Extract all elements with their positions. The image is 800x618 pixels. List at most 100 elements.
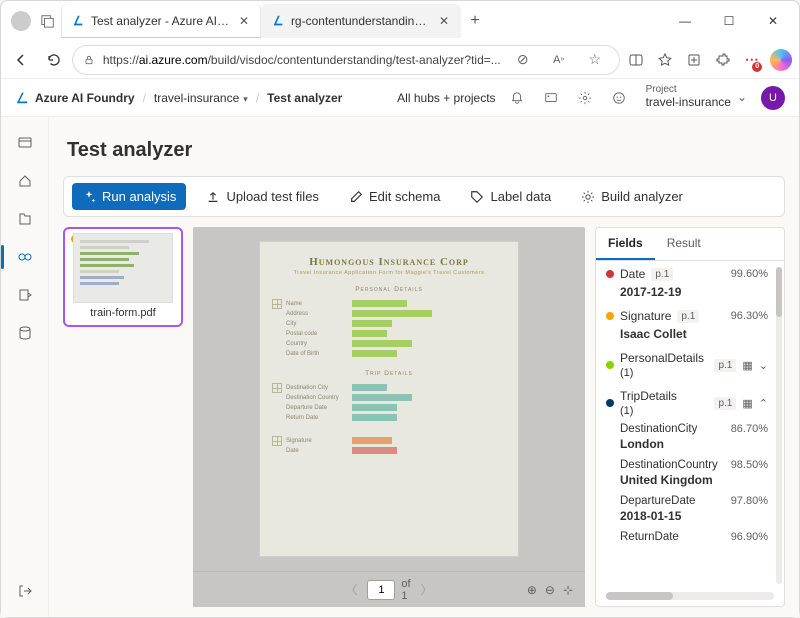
doc-title: Humongous Insurance Corp [272, 256, 506, 268]
copilot-icon[interactable] [768, 46, 793, 74]
scrollbar-vertical[interactable] [776, 267, 782, 584]
tab-label: Test analyzer - Azure AI Foundry [91, 14, 231, 28]
field-row: Signature p.1 96.30% Isaac Collet [606, 309, 780, 341]
color-dot-icon [606, 361, 614, 369]
label-data-button[interactable]: Label data [460, 183, 561, 210]
tab-actions-icon[interactable] [35, 8, 61, 34]
settings-more-icon[interactable]: ⋯ [739, 46, 764, 74]
settings-gear-icon[interactable] [572, 85, 598, 111]
brand-link[interactable]: Azure AI Foundry [15, 91, 135, 105]
color-dot-icon [606, 270, 614, 278]
window-minimize-button[interactable]: ― [663, 5, 707, 37]
all-hubs-link[interactable]: All hubs + projects [397, 91, 495, 105]
document-page[interactable]: Humongous Insurance Corp Travel Insuranc… [259, 241, 519, 557]
table-icon [272, 383, 282, 393]
address-bar: https://ai.azure.com/build/visdoc/conten… [1, 41, 799, 79]
browser-window: Test analyzer - Azure AI Foundry ✕ rg-co… [0, 0, 800, 618]
chevron-down-icon: ▾ [243, 94, 248, 104]
project-picker[interactable]: Project travel-insurance ⌄ [640, 85, 753, 109]
rail-home-icon[interactable] [9, 165, 41, 197]
app-header: Azure AI Foundry / travel-insurance▾ / T… [1, 79, 799, 117]
pencil-icon [349, 190, 363, 204]
tab-fields[interactable]: Fields [596, 228, 655, 260]
tab-label: rg-contentunderstandinghub - M [291, 14, 431, 28]
browser-tab[interactable]: rg-contentunderstandinghub - M ✕ [261, 4, 461, 38]
split-screen-icon[interactable] [624, 46, 649, 74]
field-value: 2017-12-19 [620, 285, 768, 299]
fields-list[interactable]: Date p.1 99.60% 2017-12-19 Signature p.1 [596, 261, 784, 590]
extensions-icon[interactable] [710, 46, 735, 74]
upload-icon [206, 190, 220, 204]
notifications-icon[interactable] [504, 85, 530, 111]
thumbnail-filename: train-form.pdf [90, 307, 155, 321]
page-number-input[interactable] [367, 580, 395, 600]
toolbar: Run analysis Upload test files Edit sche… [63, 176, 785, 217]
page-content: Test analyzer Run analysis Upload test f… [49, 117, 799, 617]
results-panel: Fields Result Date p.1 99.60% [595, 227, 785, 607]
close-tab-icon[interactable]: ✕ [437, 12, 451, 30]
user-avatar[interactable]: U [761, 86, 785, 110]
window-close-button[interactable]: ✕ [751, 5, 795, 37]
azure-favicon-icon [271, 14, 285, 28]
build-analyzer-button[interactable]: Build analyzer [571, 183, 693, 210]
collections-icon[interactable] [682, 46, 707, 74]
thumbnail-list: train-form.pdf [63, 227, 183, 607]
rail-overview-icon[interactable] [9, 127, 41, 159]
chevron-up-icon[interactable]: ⌃ [759, 397, 768, 410]
feedback-icon[interactable] [606, 85, 632, 111]
close-tab-icon[interactable]: ✕ [237, 12, 251, 30]
profile-avatar-icon[interactable] [11, 11, 31, 31]
table-view-icon[interactable]: ▦ [742, 359, 752, 372]
thumbnail-card[interactable]: train-form.pdf [63, 227, 183, 327]
color-dot-icon [606, 312, 614, 320]
search-in-page-icon[interactable]: ⊘ [509, 46, 537, 74]
run-analysis-button[interactable]: Run analysis [72, 183, 186, 210]
chevron-down-icon[interactable]: ⌄ [759, 359, 768, 372]
scrollbar-horizontal[interactable] [606, 592, 774, 600]
url-field[interactable]: https://ai.azure.com/build/visdoc/conten… [72, 45, 620, 75]
rail-data-icon[interactable] [9, 317, 41, 349]
chevron-down-icon: ⌄ [737, 90, 747, 104]
azure-favicon-icon [71, 14, 85, 28]
field-value: Isaac Collet [620, 327, 768, 341]
favorite-icon[interactable]: ☆ [581, 46, 609, 74]
rail-signout-icon[interactable] [9, 575, 41, 607]
rail-export-icon[interactable] [9, 279, 41, 311]
thumbnail-preview [73, 233, 173, 303]
tab-result[interactable]: Result [655, 228, 713, 260]
read-aloud-icon[interactable]: A» [545, 46, 573, 74]
zoom-in-icon[interactable]: ⊕ [527, 583, 537, 597]
fit-icon[interactable]: ⊹ [563, 583, 573, 597]
table-icon [272, 436, 282, 446]
zoom-out-icon[interactable]: ⊖ [545, 583, 555, 597]
preview-icon[interactable] [538, 85, 564, 111]
document-pager: 〈 of1 〉 ⊕ ⊖ ⊹ [193, 571, 585, 607]
gear-icon [581, 190, 595, 204]
page-first-button[interactable]: 〈 [341, 579, 361, 600]
tag-icon [470, 190, 484, 204]
table-icon [272, 299, 282, 309]
edit-schema-button[interactable]: Edit schema [339, 183, 451, 210]
left-nav-rail [1, 117, 49, 617]
window-maximize-button[interactable]: ☐ [707, 5, 751, 37]
back-button[interactable] [7, 44, 35, 76]
browser-tab[interactable]: Test analyzer - Azure AI Foundry ✕ [61, 4, 261, 38]
color-dot-icon [606, 399, 614, 407]
titlebar: Test analyzer - Azure AI Foundry ✕ rg-co… [1, 1, 799, 41]
rail-build-icon[interactable] [9, 203, 41, 235]
lock-icon [83, 54, 95, 66]
breadcrumb-project[interactable]: travel-insurance▾ [154, 91, 248, 105]
document-viewer: Humongous Insurance Corp Travel Insuranc… [193, 227, 585, 607]
new-tab-button[interactable]: + [461, 7, 489, 35]
field-row: TripDetails(1) p.1 ▦ ⌃ DestinationCity86… [606, 389, 780, 543]
page-next-button[interactable]: 〉 [417, 579, 437, 600]
azure-logo-icon [15, 91, 29, 105]
rail-content-understanding-icon[interactable] [9, 241, 41, 273]
refresh-button[interactable] [39, 44, 67, 76]
table-view-icon[interactable]: ▦ [742, 397, 752, 410]
favorites-list-icon[interactable] [653, 46, 678, 74]
sparkle-icon [82, 190, 96, 204]
breadcrumb-page[interactable]: Test analyzer [267, 91, 342, 105]
upload-test-files-button[interactable]: Upload test files [196, 183, 329, 210]
doc-subtitle: Travel Insurance Application Form for Ma… [272, 270, 506, 276]
